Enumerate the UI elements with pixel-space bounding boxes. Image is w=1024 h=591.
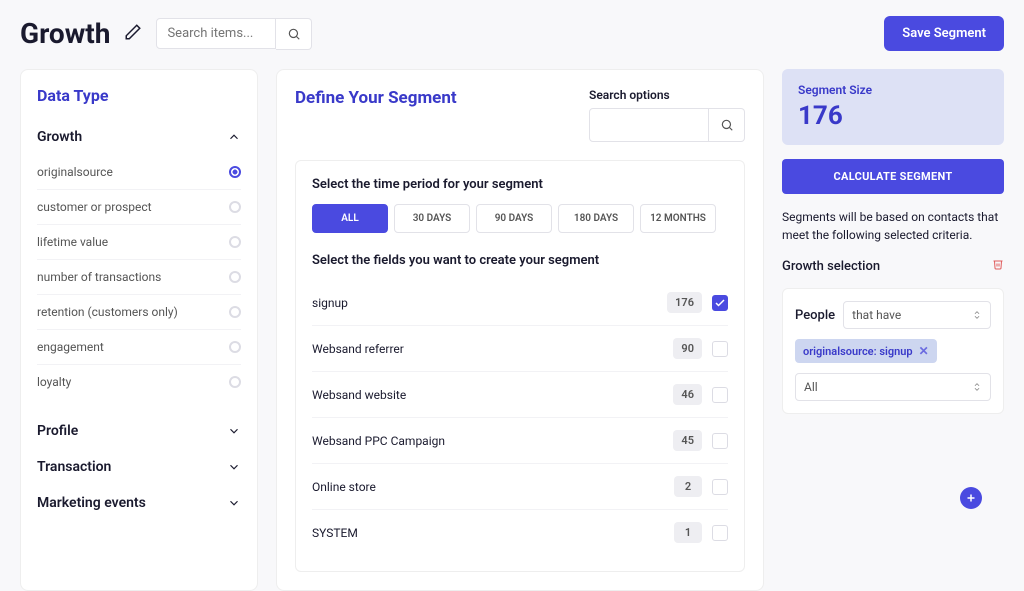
time-tab-all[interactable]: ALL <box>312 204 388 233</box>
field-label: Online store <box>312 480 674 494</box>
checkbox[interactable] <box>712 525 728 541</box>
trash-icon[interactable] <box>992 258 1004 274</box>
segment-size-label: Segment Size <box>798 83 988 97</box>
fields-label: Select the fields you want to create you… <box>312 253 728 268</box>
add-button[interactable] <box>960 487 982 509</box>
field-label: Websand website <box>312 388 673 402</box>
radio-icon <box>229 236 241 248</box>
sidebar-item-label: number of transactions <box>37 270 161 284</box>
field-label: signup <box>312 296 667 310</box>
sidebar-item-retention[interactable]: retention (customers only) <box>37 295 241 330</box>
page-title: Growth <box>20 17 110 50</box>
search-icon <box>287 27 301 41</box>
field-label: SYSTEM <box>312 526 674 540</box>
field-row-referrer[interactable]: Websand referrer 90 <box>312 326 728 372</box>
search-icon <box>720 118 734 132</box>
sidebar: Data Type Growth originalsource customer… <box>20 69 258 591</box>
time-tab-180days[interactable]: 180 DAYS <box>558 204 634 233</box>
segment-size-box: Segment Size 176 <box>782 69 1004 145</box>
count-badge: 1 <box>674 522 702 543</box>
radio-icon <box>229 271 241 283</box>
sidebar-item-label: engagement <box>37 340 104 354</box>
time-tab-30days[interactable]: 30 DAYS <box>394 204 470 233</box>
plus-icon <box>965 492 977 504</box>
field-row-system[interactable]: SYSTEM 1 <box>312 510 728 555</box>
segment-size-value: 176 <box>798 101 988 131</box>
updown-icon <box>972 380 982 394</box>
save-segment-button[interactable]: Save Segment <box>884 16 1004 51</box>
right-panel: Segment Size 176 CALCULATE SEGMENT Segme… <box>782 69 1004 591</box>
radio-icon <box>229 341 241 353</box>
count-badge: 176 <box>667 292 702 313</box>
time-tab-90days[interactable]: 90 DAYS <box>476 204 552 233</box>
chevron-down-icon <box>227 496 241 510</box>
chip-label: originalsource: signup <box>803 345 913 358</box>
sidebar-group-label: Profile <box>37 423 78 439</box>
sidebar-item-label: customer or prospect <box>37 200 152 214</box>
checkbox[interactable] <box>712 387 728 403</box>
sidebar-item-label: loyalty <box>37 375 71 389</box>
sidebar-item-originalsource[interactable]: originalsource <box>37 155 241 190</box>
close-icon[interactable]: ✕ <box>919 344 929 358</box>
sidebar-group-label: Transaction <box>37 459 111 475</box>
sidebar-item-loyalty[interactable]: loyalty <box>37 365 241 399</box>
search-options-label: Search options <box>589 88 745 102</box>
sidebar-item-label: retention (customers only) <box>37 305 178 319</box>
chevron-up-icon <box>227 130 241 144</box>
field-row-website[interactable]: Websand website 46 <box>312 372 728 418</box>
field-row-online-store[interactable]: Online store 2 <box>312 464 728 510</box>
filter-chip[interactable]: originalsource: signup ✕ <box>795 339 937 363</box>
field-label: Websand referrer <box>312 342 673 356</box>
field-label: Websand PPC Campaign <box>312 434 673 448</box>
people-select[interactable]: that have <box>843 301 991 329</box>
checkbox[interactable] <box>712 479 728 495</box>
count-badge: 2 <box>674 476 702 497</box>
sidebar-item-transactions[interactable]: number of transactions <box>37 260 241 295</box>
sidebar-group-label: Growth <box>37 129 82 145</box>
radio-icon <box>229 201 241 213</box>
sidebar-item-lifetime-value[interactable]: lifetime value <box>37 225 241 260</box>
checkbox[interactable] <box>712 433 728 449</box>
sidebar-item-engagement[interactable]: engagement <box>37 330 241 365</box>
sidebar-item-label: lifetime value <box>37 235 108 249</box>
chevron-down-icon <box>227 460 241 474</box>
main-panel: Define Your Segment Search options Selec… <box>276 69 764 591</box>
count-badge: 46 <box>673 384 702 405</box>
sidebar-title: Data Type <box>37 86 241 105</box>
edit-icon[interactable] <box>124 23 142 45</box>
radio-icon <box>229 376 241 388</box>
sidebar-item-customer-prospect[interactable]: customer or prospect <box>37 190 241 225</box>
sidebar-group-marketing-events[interactable]: Marketing events <box>37 485 241 521</box>
people-label: People <box>795 308 835 323</box>
checkbox[interactable] <box>712 295 728 311</box>
sidebar-group-label: Marketing events <box>37 495 146 511</box>
sidebar-group-growth[interactable]: Growth <box>37 119 241 155</box>
main-title: Define Your Segment <box>295 88 457 108</box>
count-badge: 45 <box>673 430 702 451</box>
time-tab-12months[interactable]: 12 MONTHS <box>640 204 716 233</box>
chevron-down-icon <box>227 424 241 438</box>
sidebar-group-transaction[interactable]: Transaction <box>37 449 241 485</box>
calculate-segment-button[interactable]: CALCULATE SEGMENT <box>782 159 1004 194</box>
all-select[interactable]: All <box>795 373 991 401</box>
search-options-button[interactable] <box>709 108 745 142</box>
sidebar-group-profile[interactable]: Profile <box>37 413 241 449</box>
radio-icon <box>229 166 241 178</box>
search-options-input[interactable] <box>589 108 709 142</box>
checkbox[interactable] <box>712 341 728 357</box>
selection-label: Growth selection <box>782 259 880 274</box>
search-input[interactable] <box>156 18 276 49</box>
sidebar-item-label: originalsource <box>37 165 113 179</box>
field-row-signup[interactable]: signup 176 <box>312 280 728 326</box>
radio-icon <box>229 306 241 318</box>
criteria-box: People that have originalsource: signup … <box>782 288 1004 414</box>
criteria-description: Segments will be based on contacts that … <box>782 208 1004 244</box>
updown-icon <box>972 308 982 322</box>
count-badge: 90 <box>673 338 702 359</box>
search-button[interactable] <box>276 18 312 50</box>
time-period-label: Select the time period for your segment <box>312 177 728 192</box>
field-row-ppc[interactable]: Websand PPC Campaign 45 <box>312 418 728 464</box>
